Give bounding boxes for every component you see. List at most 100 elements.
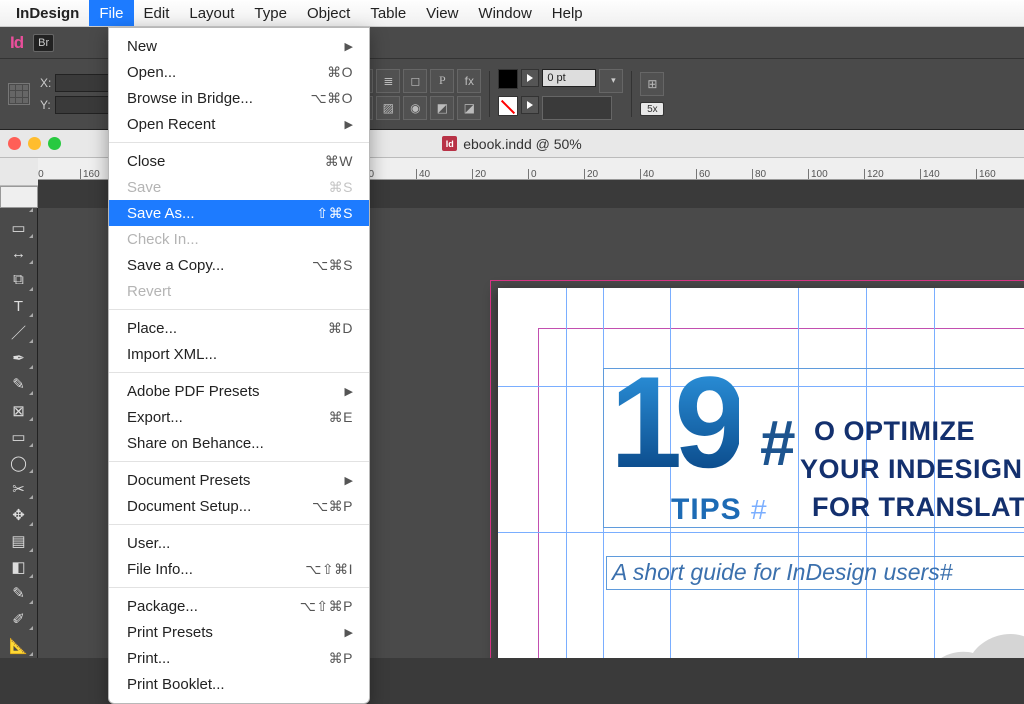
tool-ellipse[interactable]: ◯ <box>3 450 35 475</box>
file-menu-share-on-behance[interactable]: Share on Behance... <box>109 430 369 456</box>
stroke-swatch[interactable] <box>498 96 518 116</box>
menu-type[interactable]: Type <box>244 0 297 26</box>
file-menu-export[interactable]: Export...⌘E <box>109 404 369 430</box>
menu-item-label: Export... <box>127 409 329 426</box>
guide-v[interactable] <box>566 288 567 658</box>
stroke-weight-input[interactable]: 0 pt <box>542 69 596 87</box>
file-menu-import-xml[interactable]: Import XML... <box>109 341 369 367</box>
x-input[interactable] <box>55 74 115 92</box>
file-menu-document-setup[interactable]: Document Setup...⌥⌘P <box>109 493 369 519</box>
menu-shortcut: ⌘W <box>325 153 353 170</box>
tool-free-transform[interactable]: ✥ <box>3 502 35 527</box>
tool-measure[interactable]: 📐 <box>3 633 35 658</box>
file-menu-place[interactable]: Place...⌘D <box>109 315 369 341</box>
wrap-jump-icon[interactable]: ≣ <box>376 69 400 93</box>
menu-item-label: Adobe PDF Presets <box>127 383 345 400</box>
mac-menubar: InDesign FileEditLayoutTypeObjectTableVi… <box>0 0 1024 27</box>
menu-table[interactable]: Table <box>360 0 416 26</box>
tool-scissors[interactable]: ✂ <box>3 476 35 501</box>
tool-page[interactable]: ▭ <box>3 215 35 240</box>
stroke-weight-stepper[interactable] <box>599 69 623 93</box>
file-menu-browse-in-bridge[interactable]: Browse in Bridge...⌥⌘O <box>109 85 369 111</box>
menu-item-label: Print Presets <box>127 624 345 641</box>
tool-pen[interactable]: ✒ <box>3 346 35 371</box>
menu-file[interactable]: File <box>89 0 133 26</box>
file-menu-save: Save⌘S <box>109 174 369 200</box>
menu-item-label: Save <box>127 179 329 196</box>
y-input[interactable] <box>55 96 115 114</box>
file-menu-save-a-copy[interactable]: Save a Copy...⌥⌘S <box>109 252 369 278</box>
menu-object[interactable]: Object <box>297 0 360 26</box>
file-menu-save-as[interactable]: Save As...⇧⌘S <box>109 200 369 226</box>
guide-h[interactable] <box>498 532 1024 533</box>
tool-rectangle-frame[interactable]: ⊠ <box>3 398 35 423</box>
submenu-arrow-icon: ▶ <box>345 626 353 639</box>
bridge-badge[interactable]: Br <box>33 34 54 52</box>
reference-point-grid-icon[interactable] <box>8 83 30 105</box>
tool-pencil[interactable]: ✎ <box>3 372 35 397</box>
bevel-icon[interactable]: ◩ <box>430 96 454 120</box>
menu-edit[interactable]: Edit <box>134 0 180 26</box>
tools-panel: ↖↖▭↔⧉T／✒✎⊠▭◯✂✥▤◧✎✐📐 <box>0 159 38 658</box>
headline-line1: O OPTIMIZE <box>814 416 975 447</box>
submenu-arrow-icon: ▶ <box>345 40 353 53</box>
close-window-icon[interactable] <box>8 137 21 150</box>
file-menu-close[interactable]: Close⌘W <box>109 148 369 174</box>
effect-icon[interactable]: fx <box>457 69 481 93</box>
tool-content-collector[interactable]: ⧉ <box>3 267 35 292</box>
headline-number: 19 <box>610 370 739 474</box>
zoom-window-icon[interactable] <box>48 137 61 150</box>
page[interactable]: 19 # TIPS # O OPTIMIZE YOUR INDESIGN FIL… <box>498 288 1024 658</box>
ruler-tick: 160 <box>976 169 996 179</box>
menu-window[interactable]: Window <box>468 0 541 26</box>
menu-view[interactable]: View <box>416 0 468 26</box>
file-menu-file-info[interactable]: File Info...⌥⇧⌘I <box>109 556 369 582</box>
menu-item-label: Document Presets <box>127 472 345 489</box>
fill-swatch[interactable] <box>498 69 518 89</box>
file-menu-open-recent[interactable]: Open Recent▶ <box>109 111 369 137</box>
menu-item-label: Package... <box>127 598 300 615</box>
menu-item-label: Open... <box>127 64 327 81</box>
grid-options-icon[interactable]: ⊞ <box>640 72 664 96</box>
file-menu-package[interactable]: Package...⌥⇧⌘P <box>109 593 369 619</box>
tool-eyedropper[interactable]: ✐ <box>3 607 35 632</box>
tool-rectangle[interactable]: ▭ <box>3 424 35 449</box>
glow-icon[interactable]: ◉ <box>403 96 427 120</box>
file-menu-print[interactable]: Print...⌘P <box>109 645 369 671</box>
file-menu-user[interactable]: User... <box>109 530 369 556</box>
menu-shortcut: ⌘D <box>328 320 353 337</box>
file-menu-print-presets[interactable]: Print Presets▶ <box>109 619 369 645</box>
file-menu-document-presets[interactable]: Document Presets▶ <box>109 467 369 493</box>
tool-line[interactable]: ／ <box>3 320 35 345</box>
tool-gap[interactable]: ↔ <box>3 241 35 266</box>
file-menu-print-booklet[interactable]: Print Booklet... <box>109 671 369 697</box>
app-name: InDesign <box>6 5 89 22</box>
menu-shortcut: ⌘O <box>327 64 353 81</box>
ruler-origin-icon[interactable] <box>0 186 38 208</box>
menu-layout[interactable]: Layout <box>179 0 244 26</box>
file-menu-dropdown: New▶Open...⌘OBrowse in Bridge...⌥⌘OOpen … <box>108 27 370 704</box>
stroke-flyout-icon[interactable] <box>521 96 539 114</box>
swatch-flyout-icon[interactable] <box>521 69 539 87</box>
drop-shadow-icon[interactable]: ▨ <box>376 96 400 120</box>
file-menu-adobe-pdf-presets[interactable]: Adobe PDF Presets▶ <box>109 378 369 404</box>
tool-note[interactable]: ✎ <box>3 581 35 606</box>
file-menu-new[interactable]: New▶ <box>109 33 369 59</box>
menu-shortcut: ⌘P <box>329 650 353 667</box>
file-menu-check-in: Check In... <box>109 226 369 252</box>
menu-item-label: Save a Copy... <box>127 257 312 274</box>
menu-help[interactable]: Help <box>542 0 593 26</box>
ruler-tick: 80 <box>752 169 766 179</box>
window-traffic-lights[interactable] <box>8 137 61 150</box>
paragraph-style-icon[interactable]: P <box>430 69 454 93</box>
ruler-tick: 100 <box>808 169 828 179</box>
minimize-window-icon[interactable] <box>28 137 41 150</box>
file-menu-open[interactable]: Open...⌘O <box>109 59 369 85</box>
fivex-badge[interactable]: 5x <box>640 102 664 116</box>
tool-gradient-feather[interactable]: ◧ <box>3 555 35 580</box>
corner-icon[interactable]: ◻ <box>403 69 427 93</box>
satin-icon[interactable]: ◪ <box>457 96 481 120</box>
stroke-style-dropdown[interactable] <box>542 96 612 120</box>
tool-type[interactable]: T <box>3 294 35 319</box>
tool-gradient-swatch[interactable]: ▤ <box>3 529 35 554</box>
